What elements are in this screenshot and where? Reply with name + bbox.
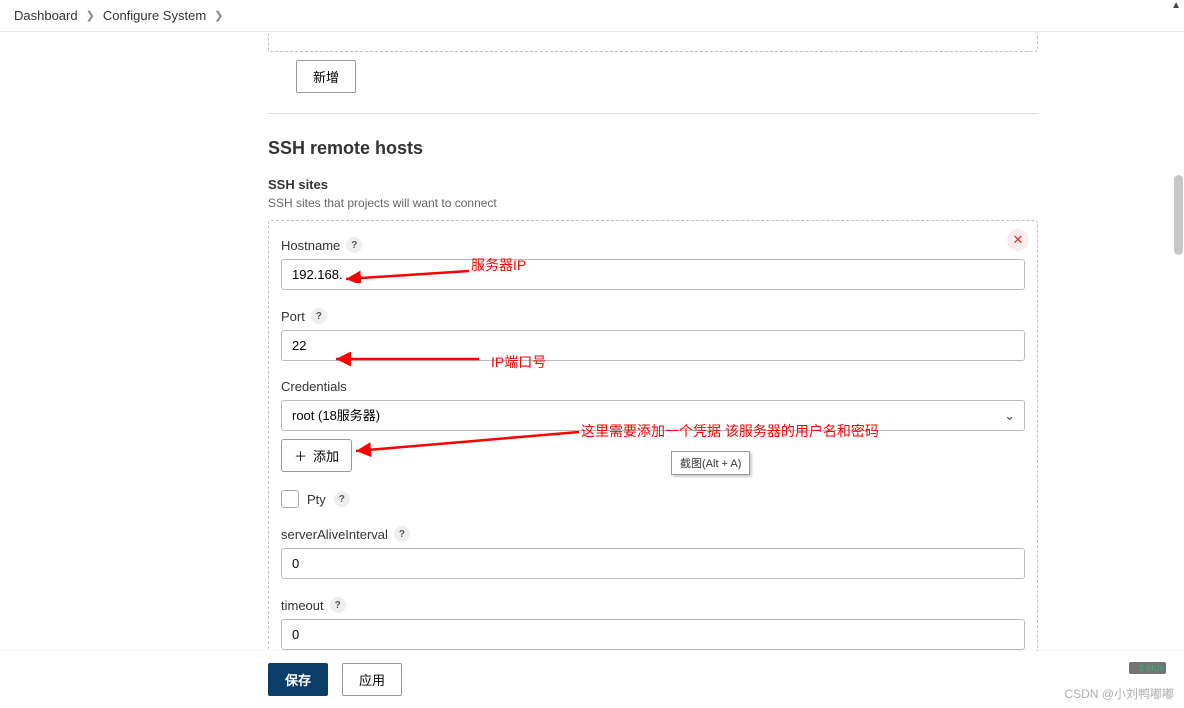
watermark-text: CSDN @小刘鸭嘟嘟 (1064, 685, 1174, 702)
port-label: Port (281, 309, 305, 324)
apply-button[interactable]: 应用 (342, 663, 402, 696)
previous-section-box (268, 32, 1038, 52)
credentials-label: Credentials (281, 379, 347, 394)
plus-icon: ＋ (294, 446, 307, 465)
serveraliveinterval-row: serverAliveInterval ? (281, 526, 1025, 579)
pty-checkbox[interactable] (281, 490, 299, 508)
section-divider (268, 113, 1038, 114)
breadcrumb-dashboard[interactable]: Dashboard (14, 8, 78, 23)
subheading-ssh-sites: SSH sites (268, 177, 1038, 192)
network-speed-badge: ↑ 3.6K/s (1129, 662, 1166, 674)
help-icon[interactable]: ? (394, 526, 410, 542)
help-icon[interactable]: ? (334, 491, 350, 507)
helptext-ssh-sites: SSH sites that projects will want to con… (268, 196, 1038, 210)
help-icon[interactable]: ? (346, 237, 362, 253)
pty-label: Pty (307, 492, 326, 507)
timeout-input[interactable] (281, 619, 1025, 650)
hostname-row: Hostname ? 服务器IP (281, 237, 1025, 290)
ssh-host-entry: ✕ Hostname ? 服务器IP Port ? (268, 220, 1038, 672)
screenshot-tooltip: 截图(Alt + A) (671, 451, 750, 475)
pty-row: Pty ? (281, 490, 1025, 508)
section-title-ssh-remote-hosts: SSH remote hosts (268, 138, 1038, 159)
add-new-button[interactable]: 新增 (296, 60, 356, 93)
serveraliveinterval-input[interactable] (281, 548, 1025, 579)
help-icon[interactable]: ? (330, 597, 346, 613)
vertical-scrollbar[interactable] (1174, 175, 1183, 255)
breadcrumb: Dashboard ❯ Configure System ❯ (0, 0, 1184, 32)
hostname-label: Hostname (281, 238, 340, 253)
page-top-caret-icon: ▲ (1171, 0, 1181, 11)
chevron-right-icon: ❯ (214, 9, 223, 22)
port-row: Port ? IP端口号 (281, 308, 1025, 361)
timeout-label: timeout (281, 598, 324, 613)
chevron-right-icon: ❯ (86, 9, 95, 22)
port-input[interactable] (281, 330, 1025, 361)
annotation-arrow-icon (351, 429, 581, 459)
footer-action-bar: 保存 应用 (0, 651, 1184, 708)
add-credentials-button[interactable]: ＋ 添加 (281, 439, 352, 472)
help-icon[interactable]: ? (311, 308, 327, 324)
content-scroll[interactable]: 新增 SSH remote hosts SSH sites SSH sites … (0, 32, 1184, 672)
hostname-input[interactable] (281, 259, 1025, 290)
timeout-row: timeout ? (281, 597, 1025, 650)
add-credentials-label: 添加 (313, 446, 339, 465)
serveraliveinterval-label: serverAliveInterval (281, 527, 388, 542)
breadcrumb-configure-system[interactable]: Configure System (103, 8, 206, 23)
credentials-row: Credentials root (18服务器) ⌄ ＋ 添加 这里需要添加一个… (281, 379, 1025, 472)
credentials-select[interactable]: root (18服务器) (281, 400, 1025, 431)
save-button[interactable]: 保存 (268, 663, 328, 696)
